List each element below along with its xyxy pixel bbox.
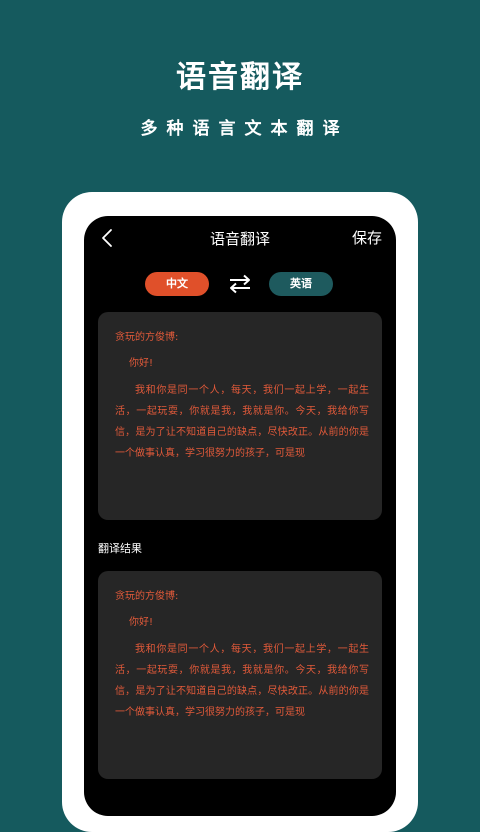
source-salutation: 你好! [129,358,154,369]
save-button[interactable]: 保存 [352,227,382,248]
source-body-text: 我和你是同一个人，每天，我们一起上学，一起生活，一起玩耍，你就是我，我就是你。今… [115,385,369,459]
result-salutation: 你好! [129,617,154,628]
page-title: 语音翻译 [209,230,270,248]
source-language-button[interactable]: 中文 [145,272,209,296]
nav-bar: 语音翻译 保存 [84,216,396,260]
target-language-button[interactable]: 英语 [269,272,333,296]
source-text-card[interactable]: 贪玩的方俊博: 你好! 我和你是同一个人，每天，我们一起上学，一起生活，一起玩耍… [98,312,382,520]
result-body-text: 我和你是同一个人，每天，我们一起上学，一起生活，一起玩耍，你就是我，我就是你。今… [115,644,369,718]
result-greeting: 贪玩的方俊博: [115,591,179,602]
promo-title: 语音翻译 [176,60,304,95]
chevron-left-icon[interactable] [98,228,118,248]
phone-screen: 语音翻译 保存 中文 英语 贪玩的方俊博: 你好! 我和你是同一个人，每天，我们… [84,216,396,816]
source-greeting: 贪玩的方俊博: [115,332,179,343]
result-text-card: 贪玩的方俊博: 你好! 我和你是同一个人，每天，我们一起上学，一起生活，一起玩耍… [98,571,382,779]
swap-arrows-icon[interactable] [227,274,253,294]
promo-subtitle: 多种语言文本翻译 [140,119,349,139]
result-section-label: 翻译结果 [98,542,142,555]
